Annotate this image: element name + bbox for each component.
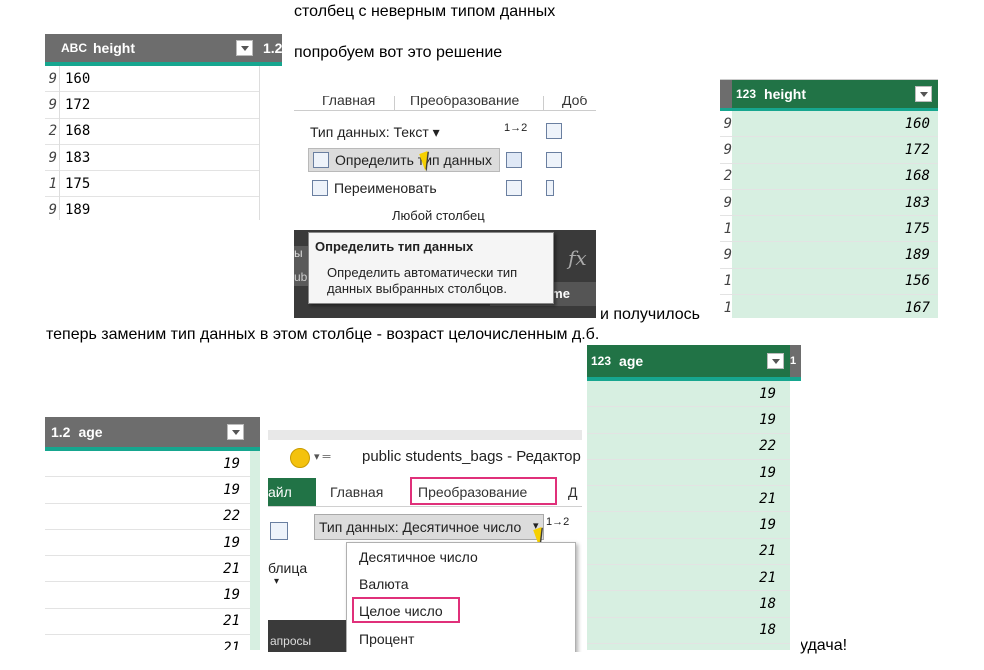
table-row[interactable]: 21 (45, 635, 250, 650)
table-row[interactable]: 21 (587, 565, 790, 592)
note-result: и получилось (600, 306, 700, 323)
rename-button[interactable]: Переименовать (334, 180, 437, 196)
table-row[interactable]: 1 175 (720, 216, 938, 243)
table-row[interactable]: 2 168 (45, 119, 259, 145)
table-row[interactable]: 21 (45, 609, 250, 636)
convert-list-icon[interactable] (546, 180, 554, 196)
editor-window: ▾ ═ public students_bags - Редактор айл … (268, 430, 582, 652)
menu-item-integer-highlight (352, 597, 460, 623)
fill-down-icon[interactable] (506, 152, 522, 168)
table-row[interactable]: 19 (587, 407, 790, 434)
column-header-height[interactable]: ABC height (45, 34, 259, 62)
replace-values-icon[interactable] (546, 123, 562, 139)
column-header-height[interactable]: 123 height (732, 80, 938, 108)
detect-type-button[interactable]: Определить тип данных (308, 148, 500, 172)
column-header-age[interactable]: 1.2 age (45, 417, 250, 447)
note-replace-age: теперь заменим тип данных в этом столбце… (46, 326, 600, 343)
panel-age-int: 123 age 1 19 19 22 19 21 19 21 21 18 18 (587, 345, 801, 650)
int-type-icon[interactable]: 123 (736, 87, 756, 101)
divider (259, 66, 260, 220)
menu-item-currency[interactable]: Валюта (359, 576, 409, 592)
table-row[interactable]: 9 160 (45, 66, 259, 93)
table-row[interactable]: 1 175 (45, 171, 259, 198)
smiley-icon[interactable] (290, 448, 310, 468)
table-row[interactable]: 9 189 (45, 198, 259, 221)
table-row[interactable]: 1 167 (720, 295, 938, 318)
data-type-dropdown[interactable]: Тип данных: Текст ▾ (310, 124, 440, 141)
chevron-down-icon[interactable]: ▾ (274, 576, 279, 587)
int-type-icon[interactable]: 123 (591, 354, 611, 368)
data-type-menu: Десятичное число Валюта Целое число Проц… (346, 542, 576, 652)
decimal-type-icon[interactable]: 1.2 (51, 424, 70, 440)
menu-item-percent[interactable]: Процент (359, 631, 414, 647)
title-bar: ▾ ═ public students_bags - Редактор (268, 440, 582, 476)
window-title: public students_bags - Редактор (362, 448, 581, 465)
table-row[interactable]: 19 (45, 530, 250, 557)
table-row[interactable]: 19 (45, 583, 250, 609)
table-row[interactable]: 19 (587, 460, 790, 487)
column-header-age[interactable]: 123 age (587, 345, 790, 377)
tooltip: Определить тип данных Определить автомат… (308, 232, 554, 304)
data-type-dropdown[interactable]: Тип данных: Десятичное число ▾ (314, 514, 544, 540)
table-row[interactable]: 22 (587, 434, 790, 460)
use-first-row-icon[interactable]: 1→2 (504, 122, 527, 134)
table-row[interactable]: 19 (45, 477, 250, 504)
panel-age-dec: 1.2 age 19 19 22 19 21 19 21 21 (45, 407, 260, 650)
table-row[interactable]: 21 (587, 486, 790, 513)
table-row[interactable]: 21 (45, 556, 250, 583)
table-row[interactable]: 19 (587, 381, 790, 408)
table-row[interactable]: 22 (45, 504, 250, 530)
use-first-row-icon[interactable]: 1→2 (546, 516, 569, 528)
height-text-rows: 9 160 9 172 2 168 9 183 1 175 9 189 (45, 66, 259, 220)
column-filter-dropdown[interactable] (767, 353, 784, 369)
table-row[interactable]: 9 172 (45, 92, 259, 119)
table-row[interactable]: 9 183 (720, 190, 938, 217)
table-row[interactable]: 19 (45, 451, 250, 478)
next-column-header[interactable]: 1 (790, 345, 801, 377)
panel-height-int: 123 height 9 160 9 172 2 168 9 183 1 175 9 189… (720, 63, 938, 318)
table-row[interactable]: 1 156 (720, 269, 938, 296)
table-row[interactable]: 9 183 (45, 145, 259, 172)
table-row[interactable]: 18 (587, 591, 790, 618)
note-wrong-type: столбец с неверным типом данных (294, 3, 556, 20)
table-label: блица (268, 560, 308, 576)
tab-transform-highlight (410, 477, 557, 505)
ribbon-detect-type: Главная Преобразование Доб Тип данных: Т… (294, 96, 596, 318)
table-icon[interactable] (270, 522, 288, 540)
table-row[interactable]: 2 168 (720, 164, 938, 190)
pivot-icon[interactable] (546, 152, 562, 168)
formula-fx-icon[interactable]: fx (568, 246, 587, 270)
note-try-solution: попробуем вот это решение (294, 44, 503, 61)
table-row[interactable]: 21 (587, 539, 790, 566)
tab-add[interactable]: Доб (562, 96, 587, 108)
table-row[interactable]: 9 160 (720, 111, 938, 138)
tab-home[interactable]: Главная (322, 96, 375, 108)
column-filter-dropdown[interactable] (227, 424, 244, 440)
tab-transform[interactable]: Преобразование (410, 96, 519, 108)
tab-home[interactable]: Главная (330, 484, 383, 500)
tooltip-title: Определить тип данных (315, 239, 474, 254)
panel-height-text: ABC height 1.2 9 160 9 172 2 168 9 183 1 175 … (45, 34, 282, 220)
chevron-down-icon[interactable]: ▾ ═ (314, 450, 330, 463)
column-filter-dropdown[interactable] (915, 86, 932, 102)
rename-icon (312, 180, 328, 196)
detect-type-icon (313, 152, 329, 168)
abc-type-icon[interactable]: ABC (61, 41, 87, 55)
queries-pane: апросы (268, 620, 346, 652)
menu-item-decimal[interactable]: Десятичное число (359, 549, 478, 565)
table-row[interactable]: 9 189 (720, 243, 938, 269)
tab-file[interactable]: айл (268, 478, 316, 506)
next-column-header[interactable]: 1.2 (259, 34, 282, 62)
group-any-column: Любой столбец (392, 208, 485, 223)
divider (59, 66, 60, 220)
column-filter-dropdown[interactable] (236, 40, 253, 56)
table-row[interactable]: 18 (587, 618, 790, 644)
move-icon[interactable] (506, 180, 522, 196)
note-good-luck: удача! (800, 637, 848, 654)
tooltip-description: Определить автоматически тип данных выбр… (327, 265, 518, 296)
table-row[interactable]: 19 (587, 513, 790, 539)
table-row[interactable]: 9 172 (720, 137, 938, 164)
tab-add[interactable]: Д (568, 484, 577, 500)
